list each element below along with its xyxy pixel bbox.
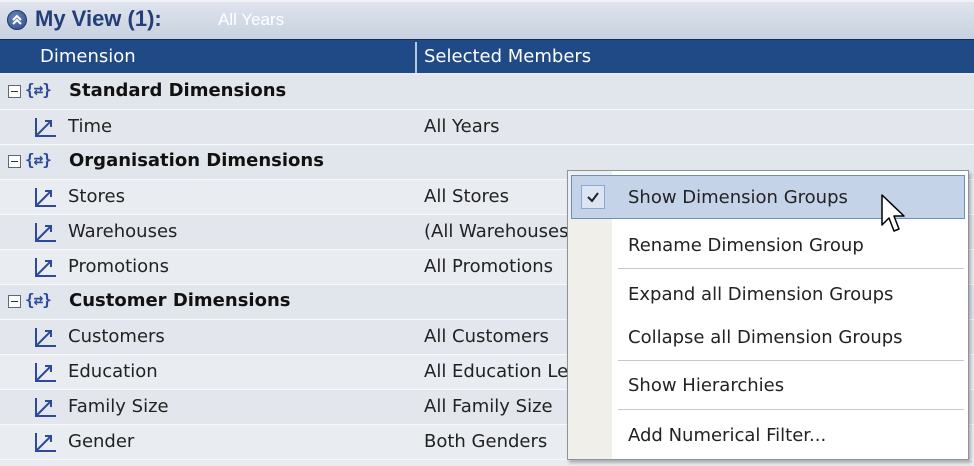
dimension-icon [35,363,56,382]
menu-item-expand-all[interactable]: Expand all Dimension Groups [568,272,968,316]
column-header-selected-members[interactable]: Selected Members [424,40,591,73]
menu-item-show-hierarchies[interactable]: Show Hierarchies [568,363,968,407]
dimension-group-icon: {⇄} [25,150,52,169]
grid-header: Dimension Selected Members [0,39,974,73]
dimension-icon [35,258,56,277]
minus-box-icon[interactable] [8,85,21,98]
dimension-group-icon: {⇄} [25,80,52,99]
dimension-icon [35,398,56,417]
menu-item-label: Show Hierarchies [628,375,785,396]
minus-box-icon[interactable] [8,295,21,308]
menu-item-label: Collapse all Dimension Groups [628,327,903,348]
dimension-icon [35,328,56,347]
checkmark-icon [581,185,605,209]
menu-item-label: Show Dimension Groups [628,187,848,208]
dimension-name: Education [68,361,158,382]
group-label: Customer Dimensions [69,290,291,311]
selected-member[interactable]: All Promotions [424,256,567,277]
selected-member[interactable]: All Family Size [424,396,567,417]
dimension-name: Promotions [68,256,169,277]
dimension-group-icon: {⇄} [25,290,52,309]
column-header-dimension[interactable]: Dimension [40,40,136,73]
collapse-view-icon[interactable] [7,10,27,30]
menu-item-add-numerical-filter[interactable]: Add Numerical Filter... [568,413,968,457]
column-divider[interactable] [415,42,417,73]
menu-separator [618,409,964,410]
menu-separator [618,360,964,361]
table-row[interactable]: Time All Years [0,110,974,145]
selected-member[interactable]: All Stores [424,186,567,207]
dimension-name: Warehouses [68,221,178,242]
selected-member[interactable]: All Customers [424,326,567,347]
mouse-pointer-icon [881,194,905,232]
dimension-icon [35,118,56,137]
selected-member[interactable]: Both Genders [424,431,567,452]
dimension-name: Gender [68,431,135,452]
dimension-name: Stores [68,186,125,207]
menu-separator [618,268,964,269]
menu-item-label: Expand all Dimension Groups [628,284,894,305]
view-subtitle: All Years [218,10,285,29]
minus-box-icon[interactable] [8,155,21,168]
dimension-icon [35,223,56,242]
group-label: Organisation Dimensions [69,150,324,171]
menu-item-label: Rename Dimension Group [628,235,864,256]
selected-member[interactable]: All Education Levels [424,361,567,382]
group-label: Standard Dimensions [69,80,287,101]
selected-member[interactable]: (All Warehouses) [424,221,567,242]
dimension-name: Family Size [68,396,169,417]
menu-item-label: Add Numerical Filter... [628,425,827,446]
dimension-icon [35,188,56,207]
view-title: My View (1): [35,6,162,31]
dimension-name: Time [68,116,113,137]
view-title-bar: My View (1): All Years [0,0,974,39]
selected-member[interactable]: All Years [424,116,567,137]
dimension-icon [35,433,56,452]
menu-item-collapse-all[interactable]: Collapse all Dimension Groups [568,315,968,359]
dimension-name: Customers [68,326,165,347]
group-row-standard[interactable]: {⇄} Standard Dimensions [0,75,974,110]
